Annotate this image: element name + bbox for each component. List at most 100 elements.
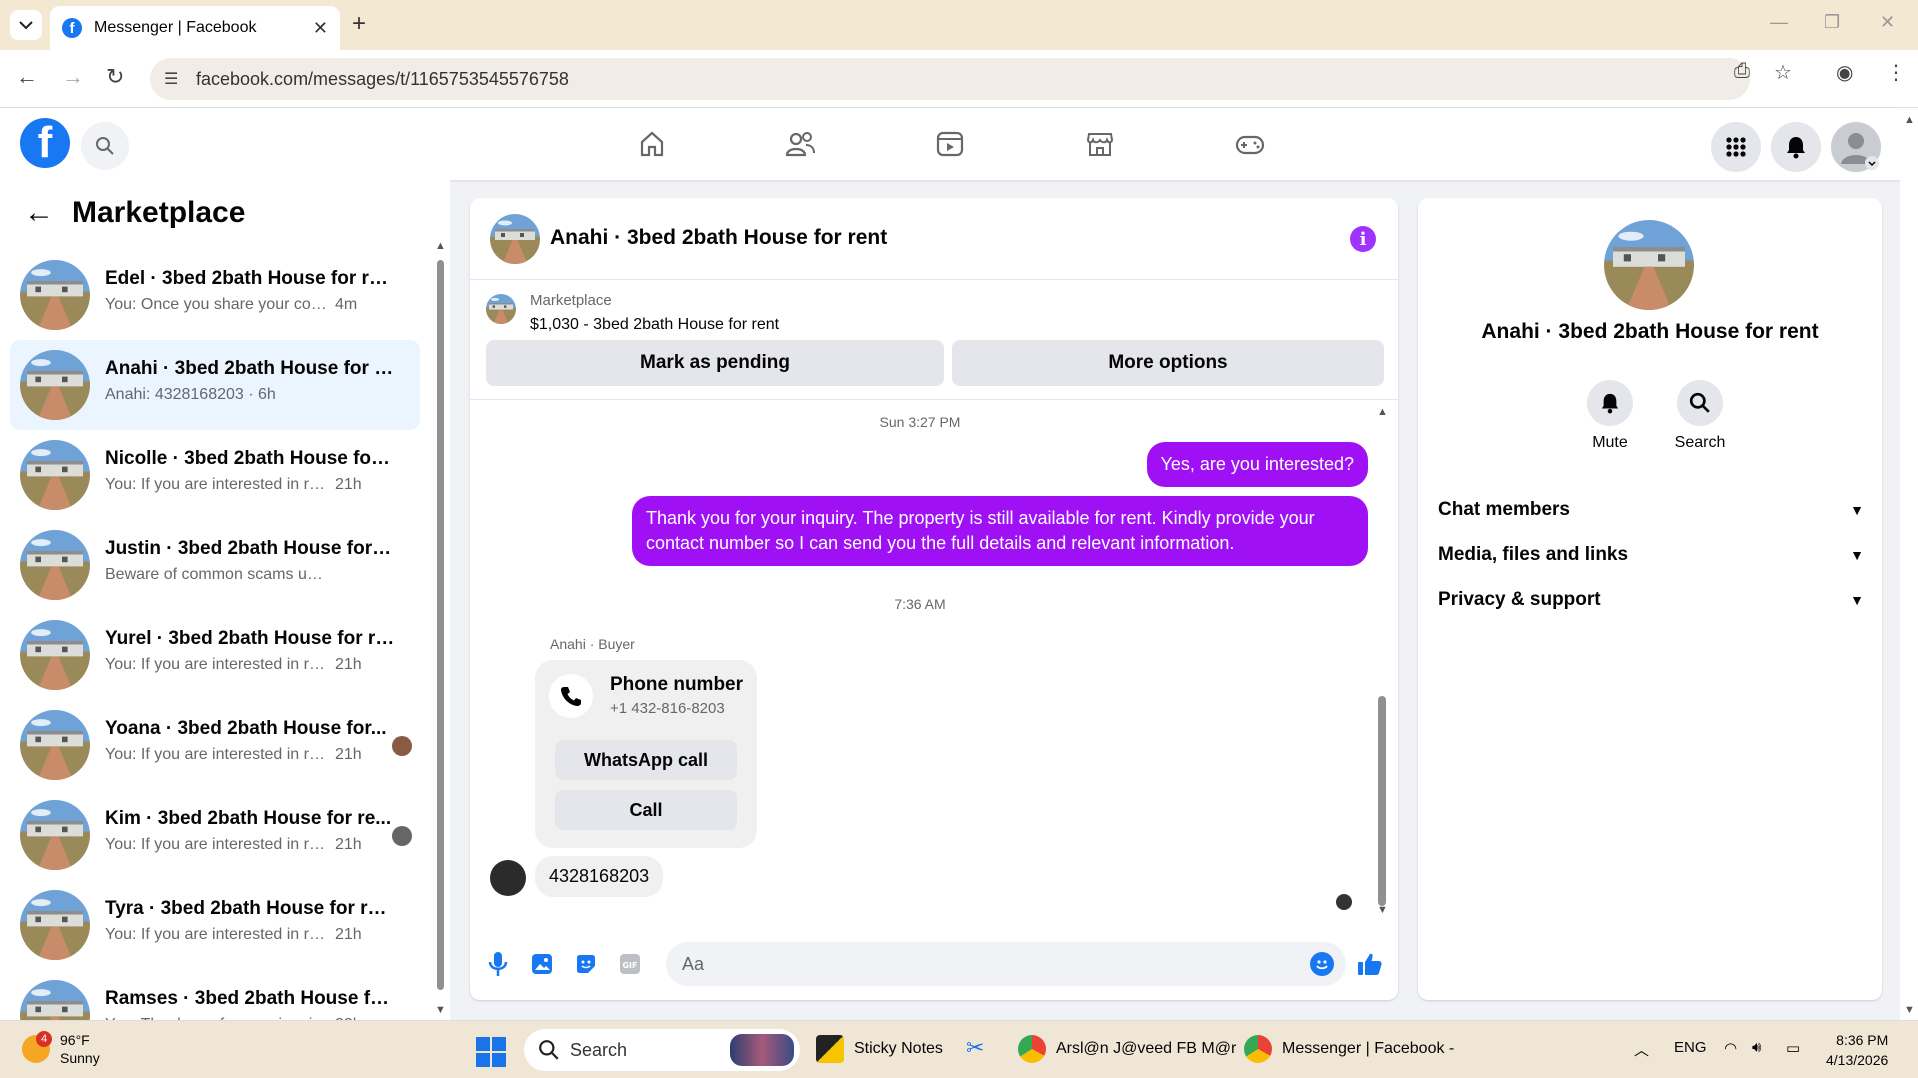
info-icon[interactable]: i bbox=[1350, 226, 1376, 252]
sidebar-scroll-thumb[interactable] bbox=[437, 260, 444, 990]
house-photo-icon bbox=[1604, 220, 1694, 310]
facebook-logo-icon[interactable]: f bbox=[20, 118, 70, 168]
taskbar-chrome-profile-1[interactable]: Arsl@n J@veed FB M@r bbox=[1018, 1035, 1236, 1063]
conversation-item[interactable]: Kim · 3bed 2bath House for re... You: If … bbox=[10, 790, 420, 880]
install-app-icon[interactable]: ⎙ bbox=[1734, 60, 1750, 83]
chat-scrollbar[interactable]: ▲ ▼ bbox=[1376, 406, 1388, 916]
conversation-avatar bbox=[20, 350, 90, 420]
search-action[interactable]: Search bbox=[1660, 380, 1740, 452]
nav-friends[interactable] bbox=[770, 120, 830, 168]
sender-avatar[interactable] bbox=[490, 860, 526, 896]
profile-icon[interactable]: ◉ bbox=[1836, 60, 1853, 85]
bookmark-star-icon[interactable]: ☆ bbox=[1774, 60, 1792, 85]
outgoing-message[interactable]: Yes, are you interested? bbox=[1146, 442, 1368, 488]
listing-thumbnail[interactable] bbox=[486, 294, 516, 324]
contact-avatar[interactable] bbox=[1604, 220, 1694, 310]
more-options-button[interactable]: More options bbox=[952, 340, 1384, 386]
browser-tab[interactable]: f Messenger | Facebook ✕ bbox=[50, 6, 340, 50]
browser-menu-icon[interactable]: ⋮ bbox=[1886, 60, 1906, 85]
scroll-down-icon[interactable]: ▼ bbox=[1377, 904, 1388, 916]
minimize-icon[interactable]: — bbox=[1770, 12, 1788, 33]
microphone-icon[interactable] bbox=[484, 950, 512, 978]
scroll-up-icon[interactable]: ▲ bbox=[1377, 406, 1388, 418]
url-field[interactable]: ☰ facebook.com/messages/t/11657535455767… bbox=[150, 58, 1750, 100]
restore-icon[interactable]: ❐ bbox=[1824, 12, 1840, 33]
nav-video[interactable] bbox=[920, 120, 980, 168]
conversation-preview: You: If you are interested in ren... bbox=[105, 836, 330, 853]
facebook-search-button[interactable] bbox=[81, 122, 129, 170]
whatsapp-call-button[interactable]: WhatsApp call bbox=[555, 740, 737, 780]
forward-icon[interactable]: → bbox=[62, 64, 84, 90]
conversation-avatar bbox=[20, 710, 90, 780]
conversation-item[interactable]: Ramses · 3bed 2bath House for ...You: Th… bbox=[10, 970, 420, 1020]
nav-home[interactable] bbox=[622, 120, 682, 168]
scroll-down-icon[interactable]: ▼ bbox=[1904, 1004, 1915, 1016]
conversation-item[interactable]: Tyra · 3bed 2bath House for rent You: If … bbox=[10, 880, 420, 970]
call-button[interactable]: Call bbox=[555, 790, 737, 830]
conversation-item[interactable]: Nicolle · 3bed 2bath House for r... You: … bbox=[10, 430, 420, 520]
sidebar-scrollbar[interactable]: ▲ ▼ bbox=[434, 240, 446, 1020]
conversation-item[interactable]: Anahi · 3bed 2bath House for rent Anahi: … bbox=[10, 340, 420, 430]
wifi-icon[interactable]: ◠ bbox=[1724, 1039, 1737, 1057]
language-indicator[interactable]: ENG bbox=[1674, 1039, 1707, 1056]
friends-icon bbox=[785, 132, 815, 157]
system-clock[interactable]: 8:36 PM 4/13/2026 bbox=[1826, 1031, 1888, 1070]
facebook-top-nav: f bbox=[0, 108, 1900, 180]
emoji-icon[interactable] bbox=[1310, 952, 1334, 976]
back-arrow-icon[interactable]: ← bbox=[24, 196, 54, 230]
scroll-up-icon[interactable]: ▲ bbox=[435, 240, 446, 252]
listing-title[interactable]: $1,030 - 3bed 2bath House for rent bbox=[530, 316, 779, 334]
mark-as-pending-button[interactable]: Mark as pending bbox=[486, 340, 944, 386]
taskbar-snipping-tool[interactable]: ✂ bbox=[966, 1035, 994, 1063]
close-window-icon[interactable]: ✕ bbox=[1880, 12, 1895, 33]
incoming-message[interactable]: 4328168203 bbox=[535, 856, 664, 897]
section-media-files-links[interactable]: Media, files and links ▼ bbox=[1438, 535, 1864, 575]
chat-avatar[interactable] bbox=[490, 214, 540, 264]
site-info-icon[interactable]: ☰ bbox=[164, 69, 178, 89]
volume-icon[interactable]: 🔊︎ bbox=[1752, 1039, 1761, 1056]
chat-title[interactable]: Anahi · 3bed 2bath House for rent bbox=[550, 226, 887, 250]
page-scrollbar[interactable]: ▲ ▼ bbox=[1900, 108, 1918, 1020]
thumbs-up-icon[interactable] bbox=[1356, 950, 1384, 978]
menu-grid-button[interactable] bbox=[1711, 122, 1761, 172]
weather-widget[interactable]: 4 96°F Sunny bbox=[22, 1031, 100, 1067]
conversation-item[interactable]: Edel · 3bed 2bath House for rent You: Onc… bbox=[10, 250, 420, 340]
chat-header: Anahi · 3bed 2bath House for rent i bbox=[470, 198, 1398, 280]
taskbar-sticky-notes[interactable]: Sticky Notes bbox=[816, 1035, 943, 1063]
mute-action[interactable]: Mute bbox=[1570, 380, 1650, 452]
gif-icon[interactable]: GIF bbox=[616, 950, 644, 978]
photo-icon[interactable] bbox=[528, 950, 556, 978]
section-chat-members[interactable]: Chat members ▼ bbox=[1438, 490, 1864, 530]
reload-icon[interactable]: ↻ bbox=[106, 64, 124, 90]
back-icon[interactable]: ← bbox=[16, 64, 38, 90]
conversation-item[interactable]: Yurel · 3bed 2bath House for rent You: If… bbox=[10, 610, 420, 700]
nav-marketplace[interactable] bbox=[1070, 120, 1130, 168]
chat-scroll-thumb[interactable] bbox=[1378, 696, 1386, 906]
conversation-avatar bbox=[20, 530, 90, 600]
scroll-up-icon[interactable]: ▲ bbox=[1904, 114, 1915, 126]
close-tab-icon[interactable]: ✕ bbox=[313, 18, 328, 39]
taskbar-chrome-profile-2[interactable]: Messenger | Facebook - bbox=[1244, 1035, 1454, 1063]
sticker-icon[interactable] bbox=[572, 950, 600, 978]
account-avatar-button[interactable] bbox=[1831, 122, 1881, 172]
chevron-up-icon[interactable]: ︿ bbox=[1634, 1039, 1649, 1060]
outgoing-message[interactable]: Thank you for your inquiry. The property… bbox=[632, 496, 1368, 567]
conversation-item[interactable]: Yoana · 3bed 2bath House for... You: If y… bbox=[10, 700, 420, 790]
new-tab-button[interactable]: + bbox=[352, 10, 366, 38]
message-input[interactable]: Aa bbox=[666, 942, 1346, 986]
nav-gaming[interactable] bbox=[1220, 120, 1280, 168]
conversation-preview: Anahi: 4328168203 · 6h bbox=[105, 386, 276, 403]
windows-start-icon[interactable] bbox=[476, 1037, 506, 1067]
message-composer: GIF Aa bbox=[470, 928, 1398, 1000]
conversation-item[interactable]: Justin · 3bed 2bath House for rent Beware… bbox=[10, 520, 420, 610]
conversation-list: Edel · 3bed 2bath House for rent You: Onc… bbox=[10, 250, 420, 1020]
notifications-button[interactable] bbox=[1771, 122, 1821, 172]
tab-search-dropdown[interactable] bbox=[10, 10, 42, 40]
taskbar-search[interactable]: Search bbox=[524, 1029, 800, 1071]
house-photo-icon bbox=[20, 890, 90, 960]
battery-icon[interactable]: ▭ bbox=[1786, 1039, 1800, 1057]
scroll-down-icon[interactable]: ▼ bbox=[435, 1004, 446, 1016]
conversation-avatar bbox=[20, 890, 90, 960]
section-privacy-support[interactable]: Privacy & support ▼ bbox=[1438, 580, 1864, 620]
conversation-name: Nicolle · 3bed 2bath House for r... bbox=[105, 448, 395, 469]
